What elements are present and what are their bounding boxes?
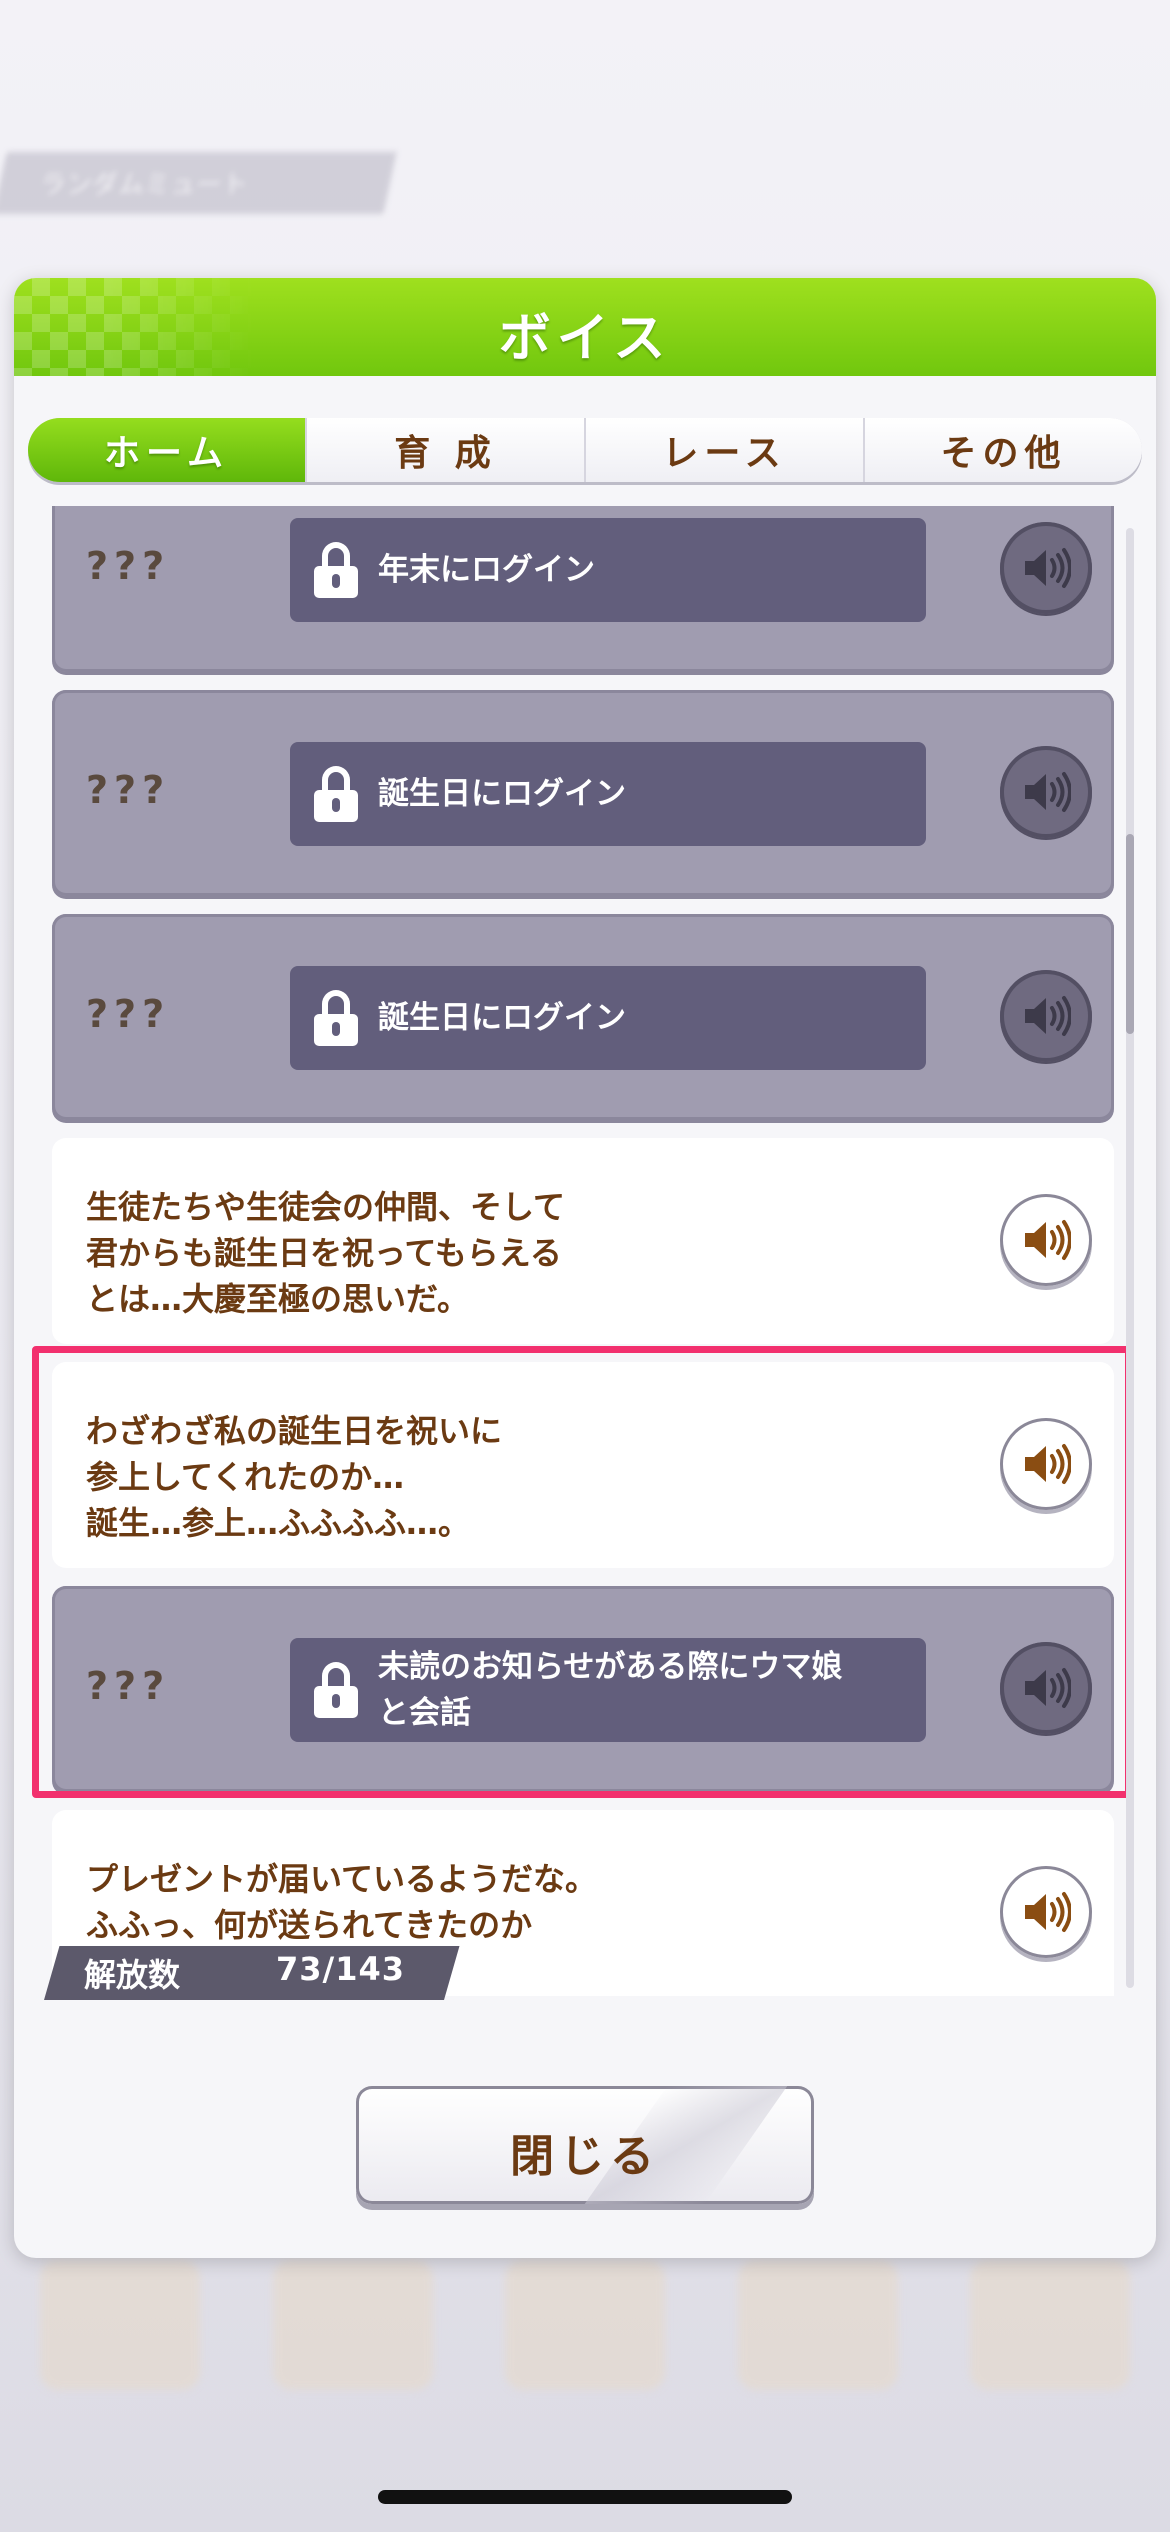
voice-list[interactable]: ??? 年末にログイン??? 誕生日にログイン??? 誕生日にログイン 生徒たちや生徒会…: [14, 506, 1156, 2258]
close-button-label: 閉じる: [510, 2131, 660, 2182]
play-voice-button[interactable]: [1000, 746, 1092, 838]
play-voice-button[interactable]: [1000, 970, 1092, 1062]
voice-item-locked: ??? 未読のお知らせがある際にウマ娘 と会話: [52, 1586, 1114, 1792]
lock-icon: [314, 766, 358, 822]
unlock-condition: 未読のお知らせがある際にウマ娘 と会話: [290, 1638, 926, 1742]
dialog-header: ボイス: [14, 278, 1156, 376]
speaker-icon: [1025, 548, 1071, 588]
voice-name-hidden: ???: [86, 544, 171, 588]
speaker-icon: [1025, 1668, 1071, 1708]
speaker-icon: [1025, 996, 1071, 1036]
unlock-condition-text: 誕生日にログイン: [378, 776, 626, 812]
close-button[interactable]: 閉じる: [356, 2086, 814, 2204]
tab-training[interactable]: 育 成: [307, 418, 586, 482]
tab-other[interactable]: その他: [865, 418, 1142, 482]
voice-item: 生徒たちや生徒会の仲間、そして 君からも誕生日を祝ってもらえる とは…大慶至極の…: [52, 1138, 1114, 1344]
unlock-condition-text: 誕生日にログイン: [378, 1000, 626, 1036]
voice-name-hidden: ???: [86, 1664, 171, 1708]
play-voice-button[interactable]: [1000, 1866, 1092, 1958]
scrollbar-thumb[interactable]: [1126, 834, 1134, 1034]
unlock-condition: 誕生日にログイン: [290, 966, 926, 1070]
voice-item-locked: ??? 誕生日にログイン: [52, 690, 1114, 896]
speaker-icon: [1025, 772, 1071, 812]
voice-line-text: 生徒たちや生徒会の仲間、そして 君からも誕生日を祝ってもらえる とは…大慶至極の…: [86, 1188, 566, 1318]
speaker-icon: [1025, 1892, 1071, 1932]
voice-line-text: わざわざ私の誕生日を祝いに 参上してくれたのか… 誕生…参上…ふふふふ…。: [86, 1412, 503, 1542]
lock-icon: [314, 542, 358, 598]
background-menu: [40, 2260, 1130, 2410]
home-indicator[interactable]: [378, 2490, 792, 2504]
voice-item-locked: ??? 誕生日にログイン: [52, 914, 1114, 1120]
tab-race[interactable]: レース: [586, 418, 865, 482]
voice-dialog: ボイス ホーム 育 成 レース その他 ??? 年末にログイン??? 誕生日にログイ…: [14, 278, 1156, 2258]
lock-icon: [314, 1662, 358, 1718]
unlock-condition: 年末にログイン: [290, 518, 926, 622]
tab-home[interactable]: ホーム: [28, 418, 307, 482]
scrollbar[interactable]: [1126, 528, 1134, 1988]
speaker-icon: [1025, 1220, 1071, 1260]
lock-icon: [314, 990, 358, 1046]
play-voice-button[interactable]: [1000, 1642, 1092, 1734]
voice-name-hidden: ???: [86, 768, 171, 812]
play-voice-button[interactable]: [1000, 1418, 1092, 1510]
voice-category-tabs: ホーム 育 成 レース その他: [28, 418, 1142, 482]
unlock-condition: 誕生日にログイン: [290, 742, 926, 846]
unlock-count-value: 73/143: [276, 1950, 406, 1988]
play-voice-button[interactable]: [1000, 1194, 1092, 1286]
voice-name-hidden: ???: [86, 992, 171, 1036]
background-banner: ランダムミュート: [0, 152, 397, 214]
voice-item-locked: ??? 年末にログイン: [52, 506, 1114, 672]
speaker-icon: [1025, 1444, 1071, 1484]
unlock-condition-text: 年末にログイン: [378, 552, 595, 588]
play-voice-button[interactable]: [1000, 522, 1092, 614]
background-banner-text: ランダムミュート: [40, 170, 249, 200]
unlock-count-label: 解放数: [84, 1956, 181, 1994]
voice-item: わざわざ私の誕生日を祝いに 参上してくれたのか… 誕生…参上…ふふふふ…。: [52, 1362, 1114, 1568]
dialog-title: ボイス: [498, 309, 672, 369]
unlock-condition-text: 未読のお知らせがある際にウマ娘 と会話: [378, 1649, 843, 1731]
